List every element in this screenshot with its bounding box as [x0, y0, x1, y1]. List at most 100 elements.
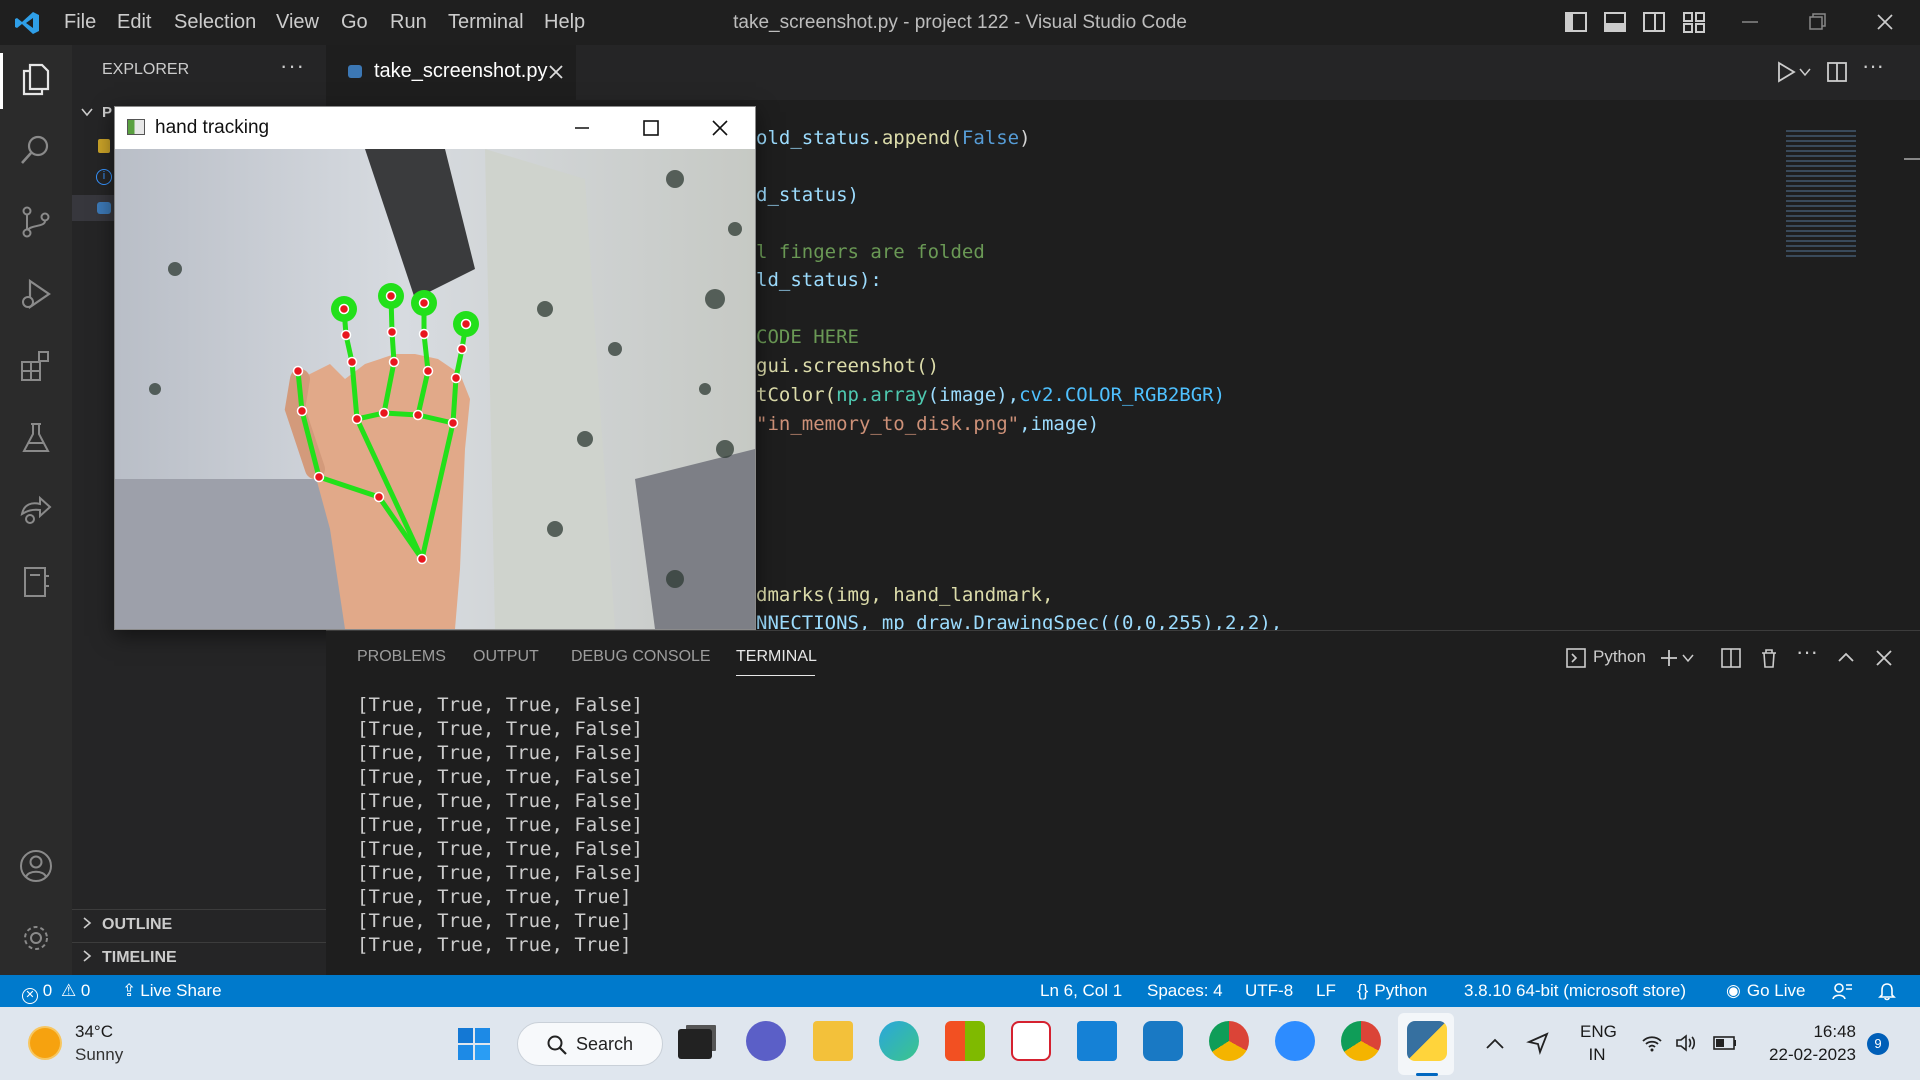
- maximize-panel-icon[interactable]: [1835, 647, 1857, 669]
- terminal-profile[interactable]: Python: [1593, 647, 1646, 667]
- live-share-status[interactable]: ⇪ Live Share: [122, 975, 222, 1007]
- tab-debug-console[interactable]: DEBUG CONSOLE: [571, 648, 711, 666]
- sun-weather-icon[interactable]: [30, 1028, 60, 1058]
- run-debug-icon[interactable]: [18, 276, 54, 312]
- timeline-section[interactable]: TIMELINE: [102, 949, 177, 967]
- problems-status[interactable]: ✕ 0 ⚠ 0: [22, 975, 90, 1007]
- input-language-bottom[interactable]: IN: [1580, 1045, 1614, 1065]
- menu-run[interactable]: Run: [390, 0, 427, 45]
- tab-output[interactable]: OUTPUT: [473, 648, 539, 666]
- cursor-position[interactable]: Ln 6, Col 1: [1040, 975, 1122, 1007]
- show-hidden-icons-chevron-icon[interactable]: [1484, 1035, 1506, 1051]
- explorer-icon[interactable]: [18, 61, 54, 97]
- customize-layout-icon[interactable]: [1682, 11, 1706, 33]
- zoom-icon[interactable]: [1275, 1021, 1315, 1061]
- popup-close-icon[interactable]: [709, 117, 731, 139]
- tab-take-screenshot[interactable]: take_screenshot.py: [326, 45, 576, 100]
- split-terminal-icon[interactable]: [1720, 647, 1742, 669]
- chevron-down-icon[interactable]: [1682, 653, 1694, 663]
- python-interpreter[interactable]: 3.8.10 64-bit (microsoft store): [1464, 975, 1686, 1007]
- notebook-icon[interactable]: [18, 564, 54, 600]
- editor-more-actions[interactable]: ···: [1862, 53, 1884, 79]
- notification-count-badge[interactable]: 9: [1867, 1033, 1889, 1055]
- weather-description[interactable]: Sunny: [75, 1045, 123, 1065]
- menu-selection[interactable]: Selection: [174, 0, 256, 45]
- clock-date[interactable]: 22-02-2023: [1750, 1045, 1856, 1065]
- close-tab-icon[interactable]: [548, 64, 564, 80]
- live-share-icon[interactable]: [18, 492, 54, 528]
- settings-gear-icon[interactable]: [18, 920, 54, 956]
- edge-browser-icon[interactable]: [879, 1021, 919, 1061]
- menu-view[interactable]: View: [276, 0, 319, 45]
- language-mode[interactable]: {} Python: [1357, 975, 1427, 1007]
- testing-icon[interactable]: [18, 420, 54, 456]
- popup-maximize-icon[interactable]: [640, 117, 662, 139]
- source-control-icon[interactable]: [18, 204, 54, 240]
- trash-icon[interactable]: [1758, 647, 1780, 669]
- wifi-icon[interactable]: [1641, 1033, 1663, 1053]
- close-panel-icon[interactable]: [1873, 647, 1895, 669]
- explorer-header: EXPLORER: [102, 61, 190, 78]
- tab-problems[interactable]: PROBLEMS: [357, 648, 446, 666]
- task-view-icon[interactable]: [678, 1029, 712, 1059]
- taskbar-search-box[interactable]: Search: [517, 1022, 663, 1066]
- close-window-icon[interactable]: [1873, 11, 1897, 33]
- toggle-secondary-sidebar-icon[interactable]: [1642, 11, 1666, 33]
- folder-name[interactable]: P: [102, 104, 112, 121]
- go-live-status[interactable]: ◉ Go Live: [1726, 975, 1805, 1007]
- menu-file[interactable]: File: [64, 0, 96, 45]
- minimize-icon[interactable]: [1738, 11, 1762, 33]
- end-of-line[interactable]: LF: [1316, 975, 1336, 1007]
- menu-help[interactable]: Help: [544, 0, 585, 45]
- weather-temperature[interactable]: 34°C: [75, 1022, 113, 1042]
- microsoft-store-icon[interactable]: [945, 1021, 985, 1061]
- outline-section[interactable]: OUTLINE: [102, 916, 172, 934]
- input-language-top[interactable]: ENG: [1580, 1022, 1617, 1042]
- toggle-sidebar-icon[interactable]: [1564, 11, 1588, 33]
- volume-icon[interactable]: [1675, 1033, 1699, 1053]
- code-line: old_status.append(False): [756, 127, 1031, 149]
- gift-app-icon[interactable]: [1011, 1021, 1051, 1061]
- chevron-down-icon[interactable]: [80, 105, 94, 119]
- chevron-right-icon[interactable]: [80, 949, 94, 963]
- encoding[interactable]: UTF-8: [1245, 975, 1293, 1007]
- notifications-bell-icon[interactable]: [1877, 981, 1897, 1001]
- panel-more-actions[interactable]: ···: [1796, 639, 1818, 665]
- windows-start-icon[interactable]: [456, 1026, 492, 1062]
- landmark-point: [456, 343, 468, 355]
- vscode-taskbar-icon[interactable]: [1143, 1021, 1183, 1061]
- hand-tracking-window[interactable]: hand tracking: [114, 106, 756, 630]
- split-editor-icon[interactable]: [1826, 60, 1848, 84]
- file-explorer-icon[interactable]: [813, 1021, 853, 1061]
- indentation[interactable]: Spaces: 4: [1147, 975, 1223, 1007]
- menu-go[interactable]: Go: [341, 0, 368, 45]
- run-dropdown-icon[interactable]: [1799, 67, 1811, 77]
- restore-icon[interactable]: [1805, 11, 1829, 33]
- search-icon[interactable]: [18, 132, 54, 168]
- python-file-icon: [348, 65, 362, 78]
- minimap[interactable]: [1786, 130, 1856, 260]
- menu-edit[interactable]: Edit: [117, 0, 151, 45]
- chevron-right-icon[interactable]: [80, 916, 94, 930]
- python-window-icon[interactable]: [1407, 1021, 1447, 1061]
- landmark-connection: [450, 375, 459, 426]
- popup-titlebar[interactable]: hand tracking: [115, 107, 755, 149]
- menu-terminal[interactable]: Terminal: [448, 0, 524, 45]
- clock-time[interactable]: 16:48: [1760, 1022, 1856, 1042]
- chrome-profile-icon[interactable]: [1341, 1021, 1381, 1061]
- teams-chat-icon[interactable]: [746, 1021, 786, 1061]
- location-icon[interactable]: [1526, 1031, 1550, 1055]
- accounts-icon[interactable]: [18, 848, 54, 884]
- extensions-icon[interactable]: [18, 348, 54, 384]
- feedback-icon[interactable]: [1831, 981, 1853, 1001]
- toggle-panel-icon[interactable]: [1603, 11, 1627, 33]
- run-file-icon[interactable]: [1775, 60, 1797, 84]
- chrome-icon[interactable]: [1209, 1021, 1249, 1061]
- popup-minimize-icon[interactable]: [571, 117, 593, 139]
- new-terminal-icon[interactable]: [1658, 647, 1680, 669]
- battery-icon[interactable]: [1712, 1035, 1738, 1051]
- landmark-point: [346, 356, 358, 368]
- explorer-more-actions[interactable]: ···: [280, 53, 305, 79]
- tab-terminal[interactable]: TERMINAL: [736, 648, 817, 666]
- mail-icon[interactable]: [1077, 1021, 1117, 1061]
